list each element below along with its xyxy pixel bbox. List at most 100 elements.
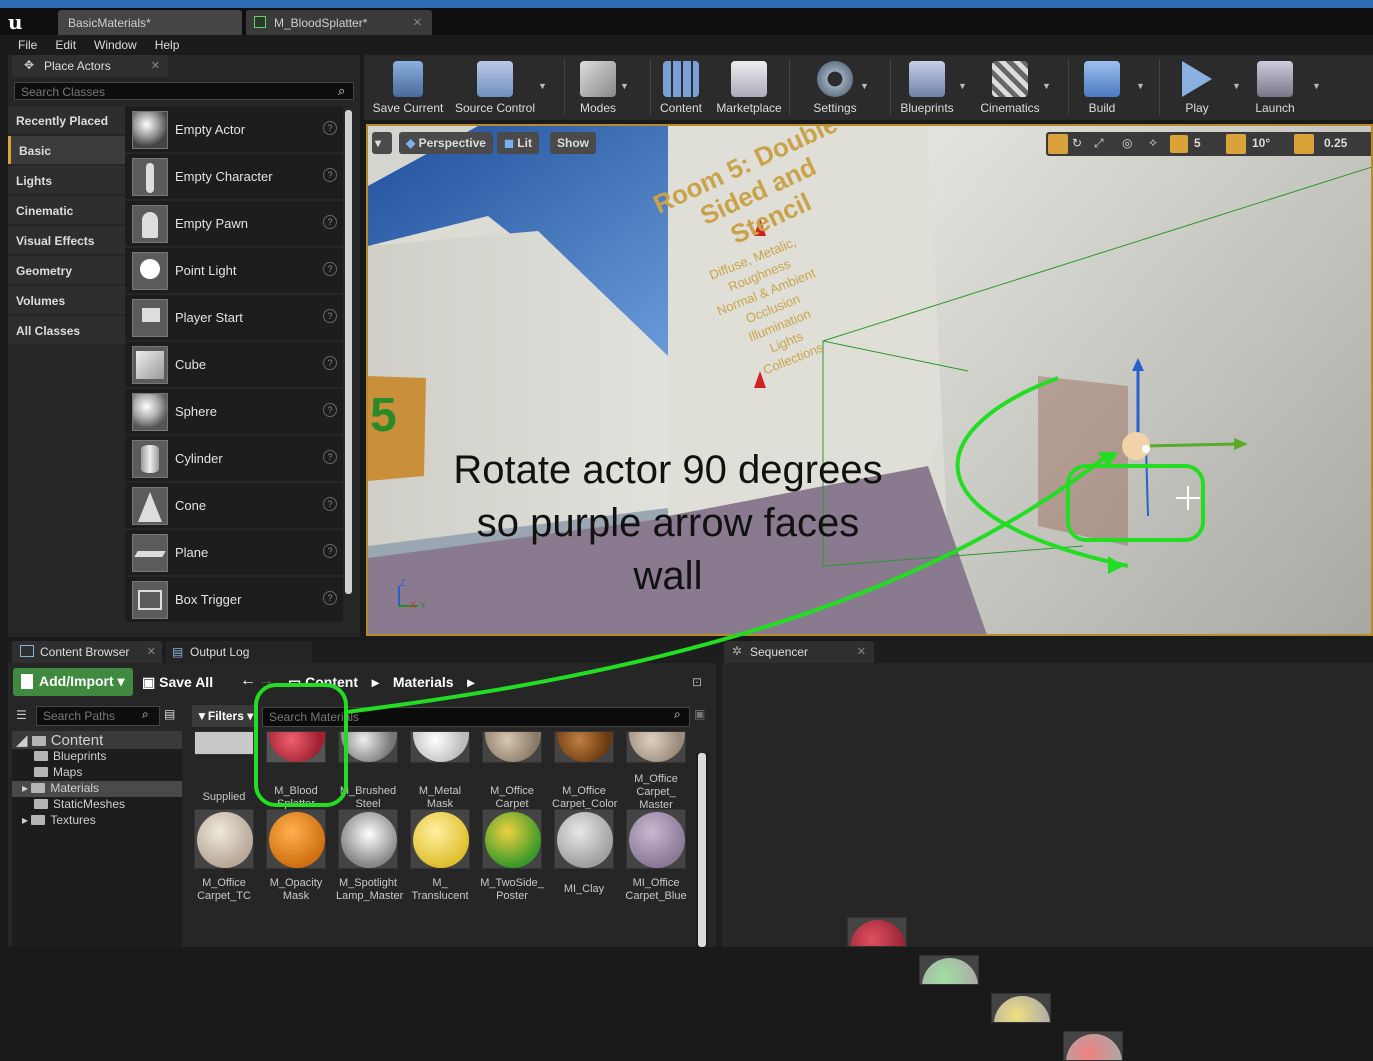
search-materials-input[interactable]: Search Materials: [262, 707, 690, 727]
asset-m-spotlight-lamp-master[interactable]: M_Spotlight Lamp_Master: [336, 809, 403, 915]
help-icon[interactable]: ?: [323, 497, 337, 511]
chevron-down-icon[interactable]: ▼: [1042, 81, 1051, 91]
chevron-down-icon[interactable]: ▼: [958, 81, 967, 91]
grid-snap-icon[interactable]: [1170, 135, 1188, 153]
search-icon[interactable]: ⌕: [674, 707, 681, 722]
asset-mi-clay[interactable]: MI_Clay: [552, 809, 616, 915]
tree-item-materials[interactable]: ▸ Materials: [12, 781, 182, 797]
category-basic[interactable]: Basic: [8, 136, 125, 164]
menu-file[interactable]: File: [9, 35, 46, 55]
help-icon[interactable]: ?: [323, 309, 337, 323]
breadcrumb-content[interactable]: Content: [305, 674, 358, 690]
asset-scrollbar-track[interactable]: [696, 753, 708, 947]
source-control-button[interactable]: Source Control ▼: [452, 55, 547, 120]
chevron-right-icon[interactable]: ▸: [467, 674, 474, 690]
translate-icon[interactable]: [1048, 134, 1068, 154]
surface-snap-icon[interactable]: ✧: [1148, 136, 1158, 150]
help-icon[interactable]: ?: [323, 450, 337, 464]
close-icon[interactable]: ✕: [413, 16, 422, 29]
help-icon[interactable]: ?: [323, 356, 337, 370]
category-lights[interactable]: Lights: [8, 166, 125, 194]
menu-window[interactable]: Window: [85, 35, 146, 55]
chevron-right-icon[interactable]: ▸: [372, 674, 379, 690]
breadcrumb-materials[interactable]: Materials: [393, 674, 454, 690]
show-button[interactable]: Show: [550, 132, 596, 154]
tree-item-textures[interactable]: ▸ Textures: [12, 813, 182, 829]
chevron-down-icon[interactable]: ▼: [1312, 81, 1321, 91]
forward-arrow-icon[interactable]: →: [258, 672, 274, 690]
tree-item-blueprints[interactable]: Blueprints: [12, 749, 182, 765]
actor-item-box-trigger[interactable]: Box Trigger?: [125, 577, 343, 623]
actor-item-cube[interactable]: Cube?: [125, 342, 343, 388]
category-geometry[interactable]: Geometry: [8, 256, 125, 284]
marketplace-button[interactable]: Marketplace: [712, 55, 786, 120]
actor-item-cone[interactable]: Cone?: [125, 483, 343, 529]
search-icon[interactable]: ⌕: [142, 707, 149, 722]
close-icon[interactable]: ✕: [857, 645, 866, 658]
asset-m-twoside-poster[interactable]: M_TwoSide_ Poster: [480, 809, 544, 915]
chevron-down-icon[interactable]: ▼: [538, 81, 547, 91]
search-classes-input[interactable]: Search Classes: [14, 82, 354, 100]
save-current-button[interactable]: Save Current: [366, 55, 450, 120]
play-button[interactable]: Play ▼: [1172, 55, 1241, 120]
chevron-down-icon[interactable]: ▼: [860, 81, 869, 91]
asset-thumbnail[interactable]: [990, 993, 1051, 1023]
help-icon[interactable]: ?: [323, 262, 337, 276]
tab-content-browser[interactable]: Content Browser ✕: [12, 641, 162, 663]
tree-item-staticmeshes[interactable]: StaticMeshes: [12, 797, 182, 813]
tab-sequencer[interactable]: ✲ Sequencer ✕: [724, 641, 874, 663]
place-actors-scrollbar[interactable]: [345, 110, 352, 594]
actor-item-point-light[interactable]: Point Light?: [125, 248, 343, 294]
scale-snap-icon[interactable]: [1294, 134, 1314, 154]
search-icon[interactable]: ⌕: [338, 83, 345, 99]
asset-m-translucent[interactable]: M_ Translucent: [408, 809, 472, 915]
content-button[interactable]: Content: [654, 55, 708, 120]
tree-item-content[interactable]: ◢ Content: [12, 731, 182, 749]
close-icon[interactable]: ✕: [151, 59, 160, 72]
actor-item-player-start[interactable]: Player Start?: [125, 295, 343, 341]
help-icon[interactable]: ?: [323, 403, 337, 417]
chevron-down-icon[interactable]: ▼: [1232, 81, 1241, 91]
actor-item-plane[interactable]: Plane?: [125, 530, 343, 576]
rotation-snap-value[interactable]: 10°: [1252, 136, 1270, 150]
tab-place-actors[interactable]: ✥ Place Actors ✕: [12, 55, 168, 77]
asset-mi-office-carpet-blue[interactable]: MI_Office Carpet_Blue: [624, 809, 688, 915]
category-recently-placed[interactable]: Recently Placed: [8, 106, 125, 134]
actor-item-empty-character[interactable]: Empty Character?: [125, 154, 343, 200]
modes-button[interactable]: Modes ▼: [570, 55, 629, 120]
viewport-options-button[interactable]: ▾: [372, 132, 392, 154]
help-icon[interactable]: ?: [323, 544, 337, 558]
tab-output-log[interactable]: ▤ Output Log: [166, 641, 312, 663]
view-options-icon[interactable]: ▤: [164, 707, 175, 721]
settings-button[interactable]: Settings ▼: [804, 55, 869, 120]
actor-item-empty-pawn[interactable]: Empty Pawn?: [125, 201, 343, 247]
sources-toggle-icon[interactable]: ☰: [16, 708, 27, 722]
rotation-snap-icon[interactable]: [1226, 134, 1246, 154]
add-import-button[interactable]: Add/Import ▾: [13, 668, 133, 696]
unreal-logo-icon[interactable]: u: [8, 10, 34, 34]
category-volumes[interactable]: Volumes: [8, 286, 125, 314]
help-icon[interactable]: ?: [323, 215, 337, 229]
grid-snap-value[interactable]: 5: [1194, 136, 1201, 150]
asset-thumbnail[interactable]: [918, 955, 979, 985]
category-all-classes[interactable]: All Classes: [8, 316, 125, 344]
actor-item-cylinder[interactable]: Cylinder?: [125, 436, 343, 482]
asset-thumbnail[interactable]: [1062, 1031, 1123, 1061]
launch-button[interactable]: Launch ▼: [1246, 55, 1321, 120]
menu-edit[interactable]: Edit: [46, 35, 85, 55]
help-icon[interactable]: ?: [323, 121, 337, 135]
asset-scrollbar-thumb[interactable]: [698, 753, 706, 947]
back-arrow-icon[interactable]: ←: [240, 672, 256, 690]
asset-m-office-carpet-tc[interactable]: M_Office Carpet_TC: [192, 809, 256, 915]
cinematics-button[interactable]: Cinematics ▼: [976, 55, 1051, 120]
help-icon[interactable]: ?: [323, 168, 337, 182]
scale-icon[interactable]: ⤢: [1094, 136, 1104, 151]
actor-item-sphere[interactable]: Sphere?: [125, 389, 343, 435]
category-visual-effects[interactable]: Visual Effects: [8, 226, 125, 254]
actor-item-empty-actor[interactable]: Empty Actor?: [125, 107, 343, 153]
category-cinematic[interactable]: Cinematic: [8, 196, 125, 224]
help-icon[interactable]: ?: [323, 591, 337, 605]
chevron-down-icon[interactable]: ▼: [1136, 81, 1145, 91]
close-icon[interactable]: ✕: [147, 645, 156, 658]
build-button[interactable]: Build ▼: [1074, 55, 1145, 120]
